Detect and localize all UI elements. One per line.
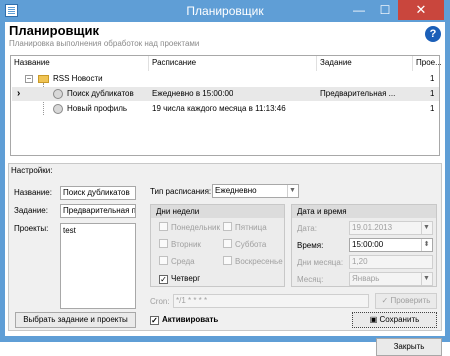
month-value: Январь xyxy=(352,274,380,283)
page-title: Планировщик xyxy=(9,23,100,38)
schedule-tree[interactable]: Название Расписание Задание Прое... − RS… xyxy=(10,55,442,156)
activate-checkbox[interactable]: ✓ Активировать xyxy=(150,314,218,326)
weekdays-group: Дни недели Понедельник Пятница Вторник С… xyxy=(150,204,285,287)
checkbox-label: Вторник xyxy=(171,240,201,249)
checkbox-icon xyxy=(159,222,168,231)
spin-icon: ⬍ xyxy=(421,239,431,251)
time-value: 15:00:00 xyxy=(352,240,384,249)
row-task: Предварительная ... xyxy=(320,89,396,98)
minimize-button[interactable]: — xyxy=(346,0,372,20)
collapse-icon[interactable]: − xyxy=(25,75,33,83)
schedule-type-label: Тип расписания: xyxy=(150,187,212,196)
month-select[interactable]: Январь ▼ xyxy=(349,272,433,286)
datetime-group: Дата и время Дата: 19.01.2013 ▼ Время: 1… xyxy=(291,204,437,287)
scheduled-task-icon xyxy=(53,104,63,114)
row-projects: 1 xyxy=(430,74,435,83)
tree-row-selected[interactable]: › Поиск дубликатов Ежедневно в 15:00:00 … xyxy=(12,87,439,101)
task-field[interactable]: Предварительная пс xyxy=(60,204,136,218)
settings-title: Настройки: xyxy=(11,166,53,175)
title-bar[interactable]: Планировщик — ☐ ✕ xyxy=(0,0,450,22)
scheduler-window: Планировщик — ☐ ✕ Планировщик Планировка… xyxy=(0,0,450,356)
checkbox-friday[interactable]: Пятница xyxy=(223,222,267,234)
name-label: Название: xyxy=(14,188,52,197)
save-icon: ▣ xyxy=(369,315,378,324)
checkbox-tuesday[interactable]: Вторник xyxy=(159,239,201,251)
save-label: Сохранить xyxy=(379,315,420,324)
schedule-type-value: Ежедневно xyxy=(215,186,257,195)
chevron-down-icon: ▼ xyxy=(421,222,431,234)
cron-field[interactable]: */1 * * * * xyxy=(173,294,369,308)
row-name: RSS Новости xyxy=(53,74,103,83)
checkbox-label: Пятница xyxy=(235,223,267,232)
row-schedule: Ежедневно в 15:00:00 xyxy=(152,89,234,98)
month-label: Месяц: xyxy=(297,275,324,284)
row-name: Поиск дубликатов xyxy=(67,89,134,98)
row-schedule: 19 числа каждого месяца в 11:13:46 xyxy=(152,104,286,113)
schedule-type-select[interactable]: Ежедневно ▼ xyxy=(212,184,299,198)
projects-label: Проекты: xyxy=(14,224,49,233)
select-task-projects-button[interactable]: Выбрать задание и проекты xyxy=(15,312,136,328)
column-header-name[interactable]: Название xyxy=(11,56,149,71)
checkbox-icon xyxy=(223,256,232,265)
time-field[interactable]: 15:00:00 ⬍ xyxy=(349,238,433,252)
time-label: Время: xyxy=(297,241,324,250)
date-label: Дата: xyxy=(297,224,317,233)
checkbox-label: Среда xyxy=(171,257,195,266)
weekdays-title: Дни недели xyxy=(151,205,284,218)
dialog-header: Планировщик Планировка выполнения обрабо… xyxy=(5,22,445,52)
maximize-button[interactable]: ☐ xyxy=(372,0,398,20)
checkbox-wednesday[interactable]: Среда xyxy=(159,256,195,268)
activate-label: Активировать xyxy=(162,315,219,324)
row-name: Новый профиль xyxy=(67,104,128,113)
datetime-title: Дата и время xyxy=(292,205,436,218)
current-row-indicator-icon: › xyxy=(17,88,21,99)
tree-row[interactable]: Новый профиль 19 числа каждого месяца в … xyxy=(12,102,439,116)
chevron-down-icon: ▼ xyxy=(287,185,297,197)
row-projects: 1 xyxy=(430,104,435,113)
date-value: 19.01.2013 xyxy=(352,223,393,232)
checkbox-sunday[interactable]: Воскресенье xyxy=(223,256,283,268)
page-subtitle: Планировка выполнения обработок над прое… xyxy=(9,39,200,48)
projects-list[interactable]: test xyxy=(60,223,136,309)
scheduled-task-icon xyxy=(53,89,63,99)
checkbox-icon xyxy=(223,239,232,248)
checkbox-icon xyxy=(223,222,232,231)
settings-panel: Настройки: Название: Поиск дубликатов За… xyxy=(8,163,442,331)
close-button[interactable]: Закрыть xyxy=(376,338,442,356)
row-projects: 1 xyxy=(430,89,435,98)
help-icon[interactable]: ? xyxy=(425,26,441,42)
check-icon: ✓ xyxy=(150,316,159,325)
close-window-button[interactable]: ✕ xyxy=(398,0,444,20)
save-button[interactable]: ▣ Сохранить xyxy=(352,312,437,328)
chevron-down-icon: ▼ xyxy=(421,273,431,285)
monthdays-label: Дни месяца: xyxy=(297,258,344,267)
checkbox-saturday[interactable]: Суббота xyxy=(223,239,266,251)
column-header-projects[interactable]: Прое... xyxy=(413,56,442,71)
column-header-task[interactable]: Задание xyxy=(317,56,413,71)
date-picker[interactable]: 19.01.2013 ▼ xyxy=(349,221,433,235)
checkbox-label: Воскресенье xyxy=(235,257,283,266)
checkbox-label: Понедельник xyxy=(171,223,220,232)
check-icon: ✓ xyxy=(159,275,168,284)
tree-row-folder[interactable]: − RSS Новости 1 xyxy=(12,72,439,86)
checkbox-label: Четверг xyxy=(171,274,201,283)
folder-icon xyxy=(38,75,49,83)
checkbox-thursday[interactable]: ✓ Четверг xyxy=(159,273,200,285)
monthdays-field[interactable]: 1,20 xyxy=(349,255,433,269)
checkbox-icon xyxy=(159,256,168,265)
checkbox-icon xyxy=(159,239,168,248)
checkbox-monday[interactable]: Понедельник xyxy=(159,222,220,234)
check-cron-button[interactable]: ✓ Проверить xyxy=(375,293,437,309)
task-label: Задание: xyxy=(14,206,48,215)
dialog-content: Планировщик Планировка выполнения обрабо… xyxy=(5,22,445,356)
name-field[interactable]: Поиск дубликатов xyxy=(60,186,136,200)
column-header-schedule[interactable]: Расписание xyxy=(149,56,317,71)
checkbox-label: Суббота xyxy=(235,240,267,249)
cron-label: Cron: xyxy=(150,297,170,306)
